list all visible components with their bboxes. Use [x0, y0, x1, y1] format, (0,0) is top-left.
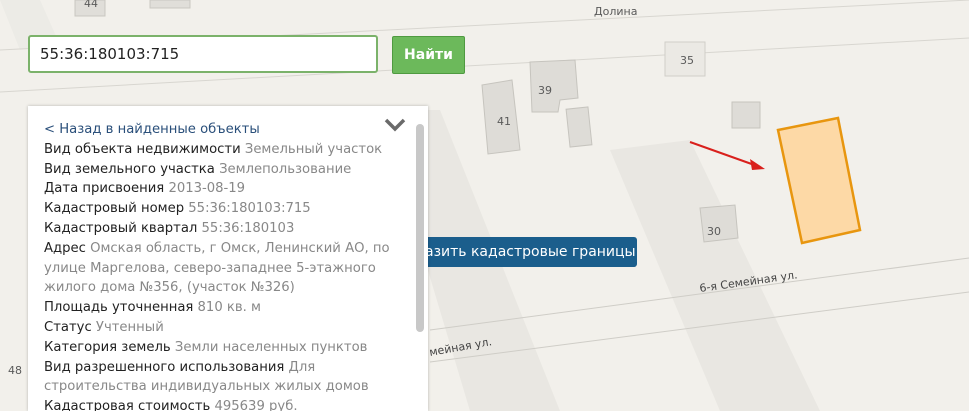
info-row: Адрес Омская область, г Омск, Ленинский …	[44, 239, 414, 298]
info-row-value: 810 кв. м	[197, 300, 261, 316]
info-row-label: Дата присвоения	[44, 181, 165, 197]
house-number-41: 41	[497, 115, 511, 128]
info-row-label: Статус	[44, 319, 92, 335]
info-row-label: Кадастровый квартал	[44, 220, 198, 236]
info-row-label: Вид объекта недвижимости	[44, 141, 241, 157]
info-row-value: Земли населенных пунктов	[174, 339, 368, 355]
info-row: Кадастровый квартал 55:36:180103	[44, 219, 414, 239]
info-row: Статус Учтенный	[44, 318, 414, 338]
info-row-value: Землепользование	[219, 161, 352, 177]
info-row-value: 55:36:180103:715	[188, 201, 311, 217]
search-button[interactable]: Найти	[392, 36, 465, 74]
info-row: Дата присвоения 2013-08-19	[44, 179, 414, 199]
info-row-label: Категория земель	[44, 339, 171, 355]
info-row: Категория земель Земли населенных пункто…	[44, 338, 414, 358]
house-number-30: 30	[707, 225, 721, 238]
info-row: Кадастровый номер 55:36:180103:715	[44, 199, 414, 219]
house-number-39: 39	[538, 84, 552, 97]
house-number-48: 48	[8, 364, 22, 377]
info-row-label: Адрес	[44, 240, 86, 256]
object-info-content: < Назад в найденные объекты Вид объекта …	[44, 120, 414, 411]
house-number-44: 44	[84, 0, 98, 10]
info-row-label: Вид разрешенного использования	[44, 359, 285, 375]
info-row-value: Омская область, г Омск, Ленинский АО, по…	[44, 240, 390, 296]
info-row-value: 55:36:180103	[201, 220, 295, 236]
info-row-value: 495639 руб.	[214, 399, 298, 411]
info-row-label: Кадастровая стоимость	[44, 399, 211, 411]
map-building	[565, 106, 593, 148]
info-row-value: Земельный участок	[244, 141, 383, 157]
info-row: Вид земельного участка Землепользование	[44, 160, 414, 180]
info-row-label: Кадастровый номер	[44, 201, 185, 217]
info-row: Вид разрешенного использования Для строи…	[44, 358, 414, 398]
info-row-label: Площадь уточненная	[44, 300, 194, 316]
back-to-results-link[interactable]: < Назад в найденные объекты	[44, 120, 414, 140]
house-number-35: 35	[680, 54, 694, 67]
map-building	[149, 0, 191, 9]
info-row: Кадастровая стоимость 495639 руб.	[44, 397, 414, 411]
object-info-panel: < Назад в найденные объекты Вид объекта …	[28, 106, 428, 411]
info-rows: Вид объекта недвижимости Земельный участ…	[44, 140, 414, 411]
map-label-dolina: Долина	[594, 5, 637, 18]
info-row-label: Вид земельного участка	[44, 161, 215, 177]
info-row: Площадь уточненная 810 кв. м	[44, 298, 414, 318]
info-row-value: 2013-08-19	[168, 181, 246, 197]
info-row-value: Учтенный	[95, 319, 164, 335]
scrollbar-thumb[interactable]	[416, 124, 424, 332]
info-row: Вид объекта недвижимости Земельный участ…	[44, 140, 414, 160]
cadastral-search-input[interactable]	[28, 35, 378, 73]
show-cadastral-borders-button[interactable]: азить кадастровые границы	[405, 237, 637, 267]
chevron-down-icon[interactable]	[384, 118, 406, 132]
map-building	[731, 101, 761, 129]
